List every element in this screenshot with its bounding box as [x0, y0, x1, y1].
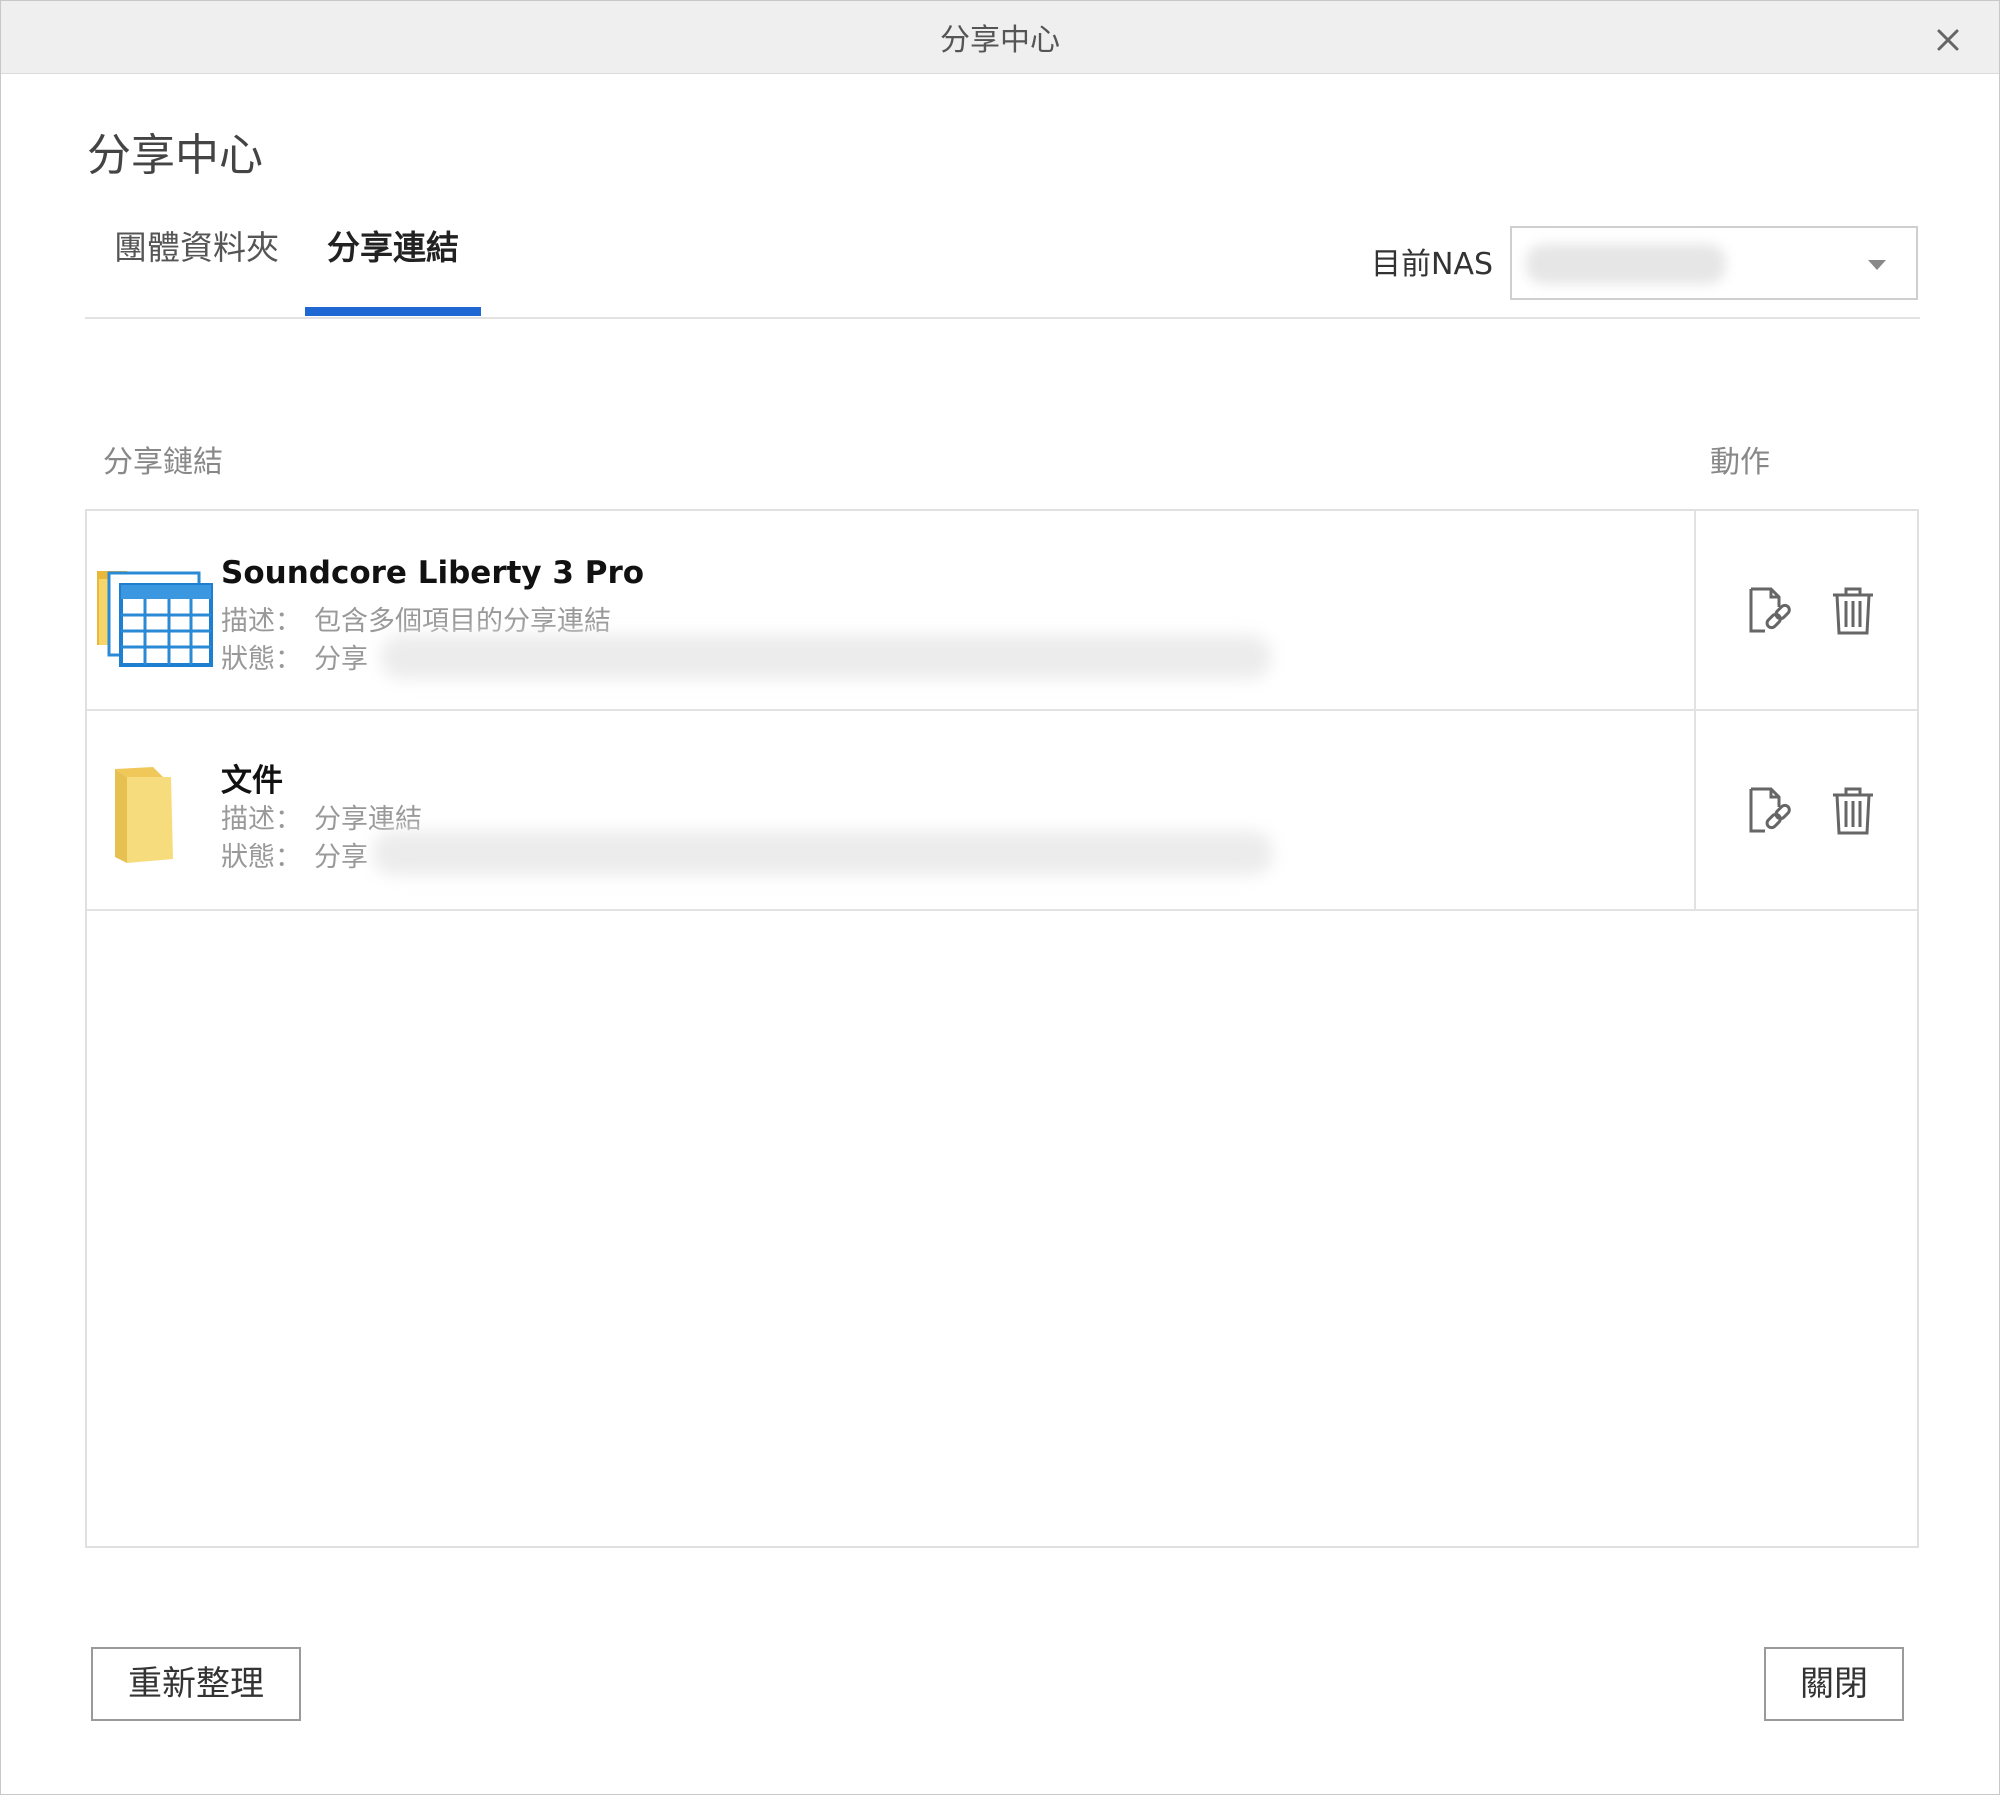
- description-label: 描述：: [221, 606, 302, 637]
- nas-label: 目前NAS: [1371, 247, 1494, 282]
- column-divider: [1694, 511, 1696, 709]
- column-header-share-link: 分享鏈結: [103, 445, 223, 480]
- row-status: 狀態： 分享: [221, 835, 368, 874]
- multi-file-icon: [97, 571, 213, 667]
- close-icon[interactable]: [1931, 23, 1965, 57]
- share-link-file-icon[interactable]: [1741, 783, 1797, 839]
- status-label: 狀態：: [221, 644, 302, 675]
- active-tab-indicator: [305, 307, 481, 316]
- row-name: Soundcore Liberty 3 Pro: [221, 555, 645, 591]
- share-link-file-icon[interactable]: [1741, 583, 1797, 639]
- status-value: 分享: [314, 842, 368, 873]
- row-name: 文件: [221, 763, 283, 799]
- column-header-action: 動作: [1710, 445, 1770, 480]
- row-status: 狀態： 分享: [221, 637, 368, 676]
- share-center-window: 分享中心 分享中心 團體資料夾 分享連結 目前NAS 分享鏈結 動作 Sound…: [0, 0, 2000, 1795]
- folder-icon: [115, 767, 173, 863]
- refresh-button[interactable]: 重新整理: [91, 1647, 301, 1721]
- trash-icon[interactable]: [1825, 583, 1881, 639]
- tabs-divider: [85, 317, 1920, 319]
- blurred-link-url: [373, 831, 1273, 875]
- nas-select[interactable]: [1510, 226, 1918, 300]
- row-description: 描述： 包含多個項目的分享連結: [221, 599, 611, 638]
- table-row[interactable]: 文件 描述： 分享連結 狀態： 分享: [87, 711, 1917, 911]
- trash-icon[interactable]: [1825, 783, 1881, 839]
- status-label: 狀態：: [221, 842, 302, 873]
- blurred-link-url: [381, 635, 1271, 679]
- chevron-down-icon: [1868, 260, 1886, 270]
- tab-share-links[interactable]: 分享連結: [327, 221, 459, 269]
- share-link-table: Soundcore Liberty 3 Pro 描述： 包含多個項目的分享連結 狀…: [85, 509, 1919, 1548]
- window-title: 分享中心: [940, 23, 1060, 58]
- close-button[interactable]: 關閉: [1764, 1647, 1904, 1721]
- description-label: 描述：: [221, 804, 302, 835]
- title-bar: 分享中心: [1, 1, 1999, 74]
- tab-team-folder[interactable]: 團體資料夾: [114, 221, 279, 269]
- status-value: 分享: [314, 644, 368, 675]
- page-title: 分享中心: [87, 130, 263, 181]
- table-row[interactable]: Soundcore Liberty 3 Pro 描述： 包含多個項目的分享連結 狀…: [87, 511, 1917, 711]
- column-divider: [1694, 711, 1696, 909]
- description-value: 包含多個項目的分享連結: [314, 606, 611, 637]
- nas-selected-value-blurred: [1526, 244, 1726, 284]
